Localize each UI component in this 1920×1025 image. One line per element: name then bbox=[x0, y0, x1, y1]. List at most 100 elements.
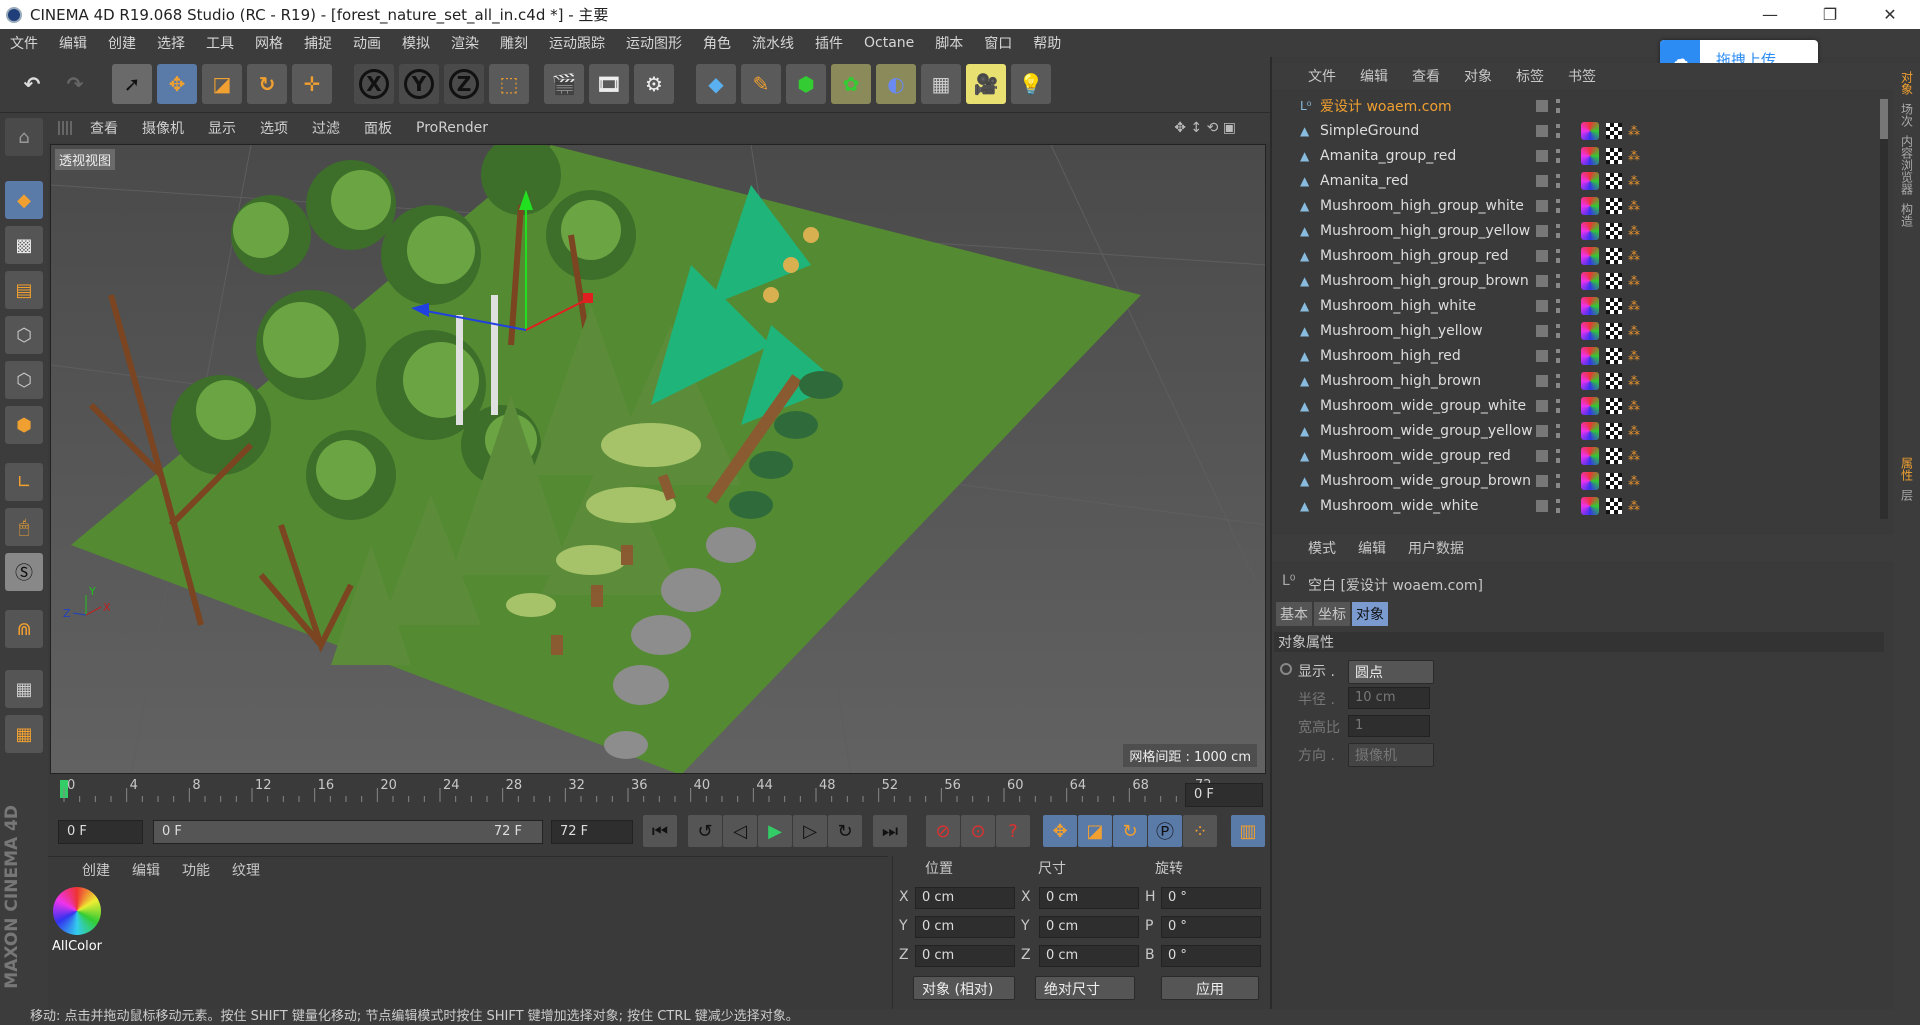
menu-edit[interactable]: 编辑 bbox=[59, 33, 87, 53]
layer-toggle-icon[interactable] bbox=[1536, 149, 1548, 162]
floor-icon[interactable]: ▦ bbox=[921, 64, 961, 104]
layer-toggle-icon[interactable] bbox=[1536, 324, 1548, 337]
selection-tag-icon[interactable]: ⁂ bbox=[1628, 474, 1640, 488]
menu-octane[interactable]: Octane bbox=[864, 35, 914, 51]
attr-menu-mode[interactable]: 模式 bbox=[1308, 538, 1336, 558]
strip-tab-layers[interactable]: 层 bbox=[1899, 489, 1916, 501]
menu-character[interactable]: 角色 bbox=[703, 33, 731, 53]
object-row[interactable]: ▲ Mushroom_high_group_yellow ⁂ bbox=[1276, 218, 1884, 243]
visibility-dots-icon[interactable] bbox=[1556, 248, 1560, 263]
aspect-field[interactable]: 1 bbox=[1348, 715, 1430, 737]
visibility-dots-icon[interactable] bbox=[1556, 498, 1560, 513]
workplane-icon[interactable]: ▤ bbox=[5, 271, 43, 309]
selection-tag-icon[interactable]: ⁂ bbox=[1628, 449, 1640, 463]
menu-script[interactable]: 脚本 bbox=[935, 33, 963, 53]
rotation-h-field[interactable]: 0 ° bbox=[1161, 887, 1261, 909]
polygons-mode-icon[interactable]: ⬢ bbox=[5, 406, 43, 444]
texture-tag-icon[interactable] bbox=[1606, 272, 1622, 289]
end-frame-field[interactable]: 72 F bbox=[551, 820, 633, 844]
menu-plugins[interactable]: 插件 bbox=[815, 33, 843, 53]
make-editable-icon[interactable]: ⌂ bbox=[5, 118, 43, 156]
visibility-dots-icon[interactable] bbox=[1556, 173, 1560, 188]
texture-tag-icon[interactable] bbox=[1606, 122, 1622, 139]
visibility-dots-icon[interactable] bbox=[1556, 98, 1560, 113]
timeline-end-field[interactable]: 0 F bbox=[1185, 783, 1263, 807]
cube-primitive-icon[interactable]: ◆ bbox=[696, 64, 736, 104]
object-row[interactable]: ▲ SimpleGround ⁂ bbox=[1276, 118, 1884, 143]
object-row[interactable]: ▲ Mushroom_high_red ⁂ bbox=[1276, 343, 1884, 368]
visibility-dots-icon[interactable] bbox=[1556, 198, 1560, 213]
layer-toggle-icon[interactable] bbox=[1536, 449, 1548, 462]
phong-tag-icon[interactable] bbox=[1581, 196, 1599, 215]
attr-tab-object[interactable]: 对象 bbox=[1352, 602, 1388, 626]
scale-tool-icon[interactable]: ◪ bbox=[202, 64, 242, 104]
object-row[interactable]: ▲ Mushroom_wide_group_brown ⁂ bbox=[1276, 468, 1884, 493]
visibility-dots-icon[interactable] bbox=[1556, 348, 1560, 363]
texture-tag-icon[interactable] bbox=[1606, 422, 1622, 439]
visibility-dots-icon[interactable] bbox=[1556, 323, 1560, 338]
texture-tag-icon[interactable] bbox=[1606, 347, 1622, 364]
menu-simulate[interactable]: 模拟 bbox=[402, 33, 430, 53]
selection-tag-icon[interactable]: ⁂ bbox=[1628, 499, 1640, 513]
enable-axis-icon[interactable]: ∟ bbox=[5, 463, 43, 501]
layer-toggle-icon[interactable] bbox=[1536, 349, 1548, 362]
menu-snap[interactable]: 捕捉 bbox=[304, 33, 332, 53]
selection-tag-icon[interactable]: ⁂ bbox=[1628, 174, 1640, 188]
selection-tag-icon[interactable]: ⁂ bbox=[1628, 224, 1640, 238]
menu-file[interactable]: 文件 bbox=[10, 33, 38, 53]
layer-toggle-icon[interactable] bbox=[1536, 274, 1548, 287]
subdivision-surface-icon[interactable]: ⬢ bbox=[786, 64, 826, 104]
layer-toggle-icon[interactable] bbox=[1536, 374, 1548, 387]
object-row[interactable]: ▲ Mushroom_high_white ⁂ bbox=[1276, 293, 1884, 318]
cloner-icon[interactable]: ✿ bbox=[831, 64, 871, 104]
visibility-dots-icon[interactable] bbox=[1556, 473, 1560, 488]
visibility-dots-icon[interactable] bbox=[1556, 298, 1560, 313]
tweak-mode-icon[interactable]: 🖱 bbox=[5, 508, 43, 546]
texture-mode-icon[interactable]: ▩ bbox=[5, 226, 43, 264]
menu-animate[interactable]: 动画 bbox=[353, 33, 381, 53]
selection-tag-icon[interactable]: ⁂ bbox=[1628, 424, 1640, 438]
live-select-icon[interactable]: ➚ bbox=[112, 64, 152, 104]
texture-tag-icon[interactable] bbox=[1606, 447, 1622, 464]
coord-mode-dropdown[interactable]: 对象 (相对) bbox=[913, 976, 1015, 1000]
next-key-icon[interactable]: ↻ bbox=[828, 815, 862, 847]
snap-icon[interactable]: ⋒ bbox=[5, 610, 43, 648]
viewport-nav-icons[interactable]: ✥ ↕ ⟲ ▣ bbox=[1174, 120, 1236, 136]
apply-button[interactable]: 应用 bbox=[1161, 976, 1259, 1000]
phong-tag-icon[interactable] bbox=[1581, 296, 1599, 315]
attr-menu-edit[interactable]: 编辑 bbox=[1358, 538, 1386, 558]
object-row[interactable]: L⁰ 爱设计 woaem.com bbox=[1276, 93, 1884, 118]
radius-field[interactable]: 10 cm bbox=[1348, 687, 1430, 709]
rotate-tool-icon[interactable]: ↻ bbox=[247, 64, 287, 104]
visibility-dots-icon[interactable] bbox=[1556, 148, 1560, 163]
selection-tag-icon[interactable]: ⁂ bbox=[1628, 249, 1640, 263]
vp-menu-filter[interactable]: 过滤 bbox=[312, 118, 340, 138]
obj-menu-tags[interactable]: 标签 bbox=[1516, 66, 1544, 86]
preview-range-slider[interactable]: 0 F 72 F bbox=[153, 820, 543, 844]
layer-toggle-icon[interactable] bbox=[1536, 124, 1548, 137]
strip-tab-objects[interactable]: 对象 bbox=[1899, 71, 1916, 95]
phong-tag-icon[interactable] bbox=[1581, 471, 1599, 490]
play-icon[interactable]: ▶ bbox=[758, 815, 792, 847]
texture-tag-icon[interactable] bbox=[1606, 247, 1622, 264]
selection-tag-icon[interactable]: ⁂ bbox=[1628, 299, 1640, 313]
current-frame-field[interactable]: 0 F bbox=[58, 820, 143, 844]
phong-tag-icon[interactable] bbox=[1581, 246, 1599, 265]
menu-pipeline[interactable]: 流水线 bbox=[752, 33, 794, 53]
attr-tab-coord[interactable]: 坐标 bbox=[1314, 602, 1350, 626]
rotation-p-field[interactable]: 0 ° bbox=[1161, 916, 1261, 938]
texture-tag-icon[interactable] bbox=[1606, 172, 1622, 189]
render-view-icon[interactable]: 🎬 bbox=[544, 64, 584, 104]
menu-motion-tracking[interactable]: 运动跟踪 bbox=[549, 33, 605, 53]
obj-menu-objects[interactable]: 对象 bbox=[1464, 66, 1492, 86]
pen-spline-icon[interactable]: ✎ bbox=[741, 64, 781, 104]
obj-menu-file[interactable]: 文件 bbox=[1308, 66, 1336, 86]
visibility-dots-icon[interactable] bbox=[1556, 398, 1560, 413]
timeline-ruler[interactable]: 04812162024283236404448525660646872 0 F bbox=[48, 776, 1270, 810]
strip-tab-takes[interactable]: 场次 bbox=[1899, 103, 1916, 127]
selection-tag-icon[interactable]: ⁂ bbox=[1628, 399, 1640, 413]
menu-sculpt[interactable]: 雕刻 bbox=[500, 33, 528, 53]
undo-icon[interactable]: ↶ bbox=[12, 64, 52, 104]
layer-toggle-icon[interactable] bbox=[1536, 424, 1548, 437]
menu-window[interactable]: 窗口 bbox=[984, 33, 1012, 53]
